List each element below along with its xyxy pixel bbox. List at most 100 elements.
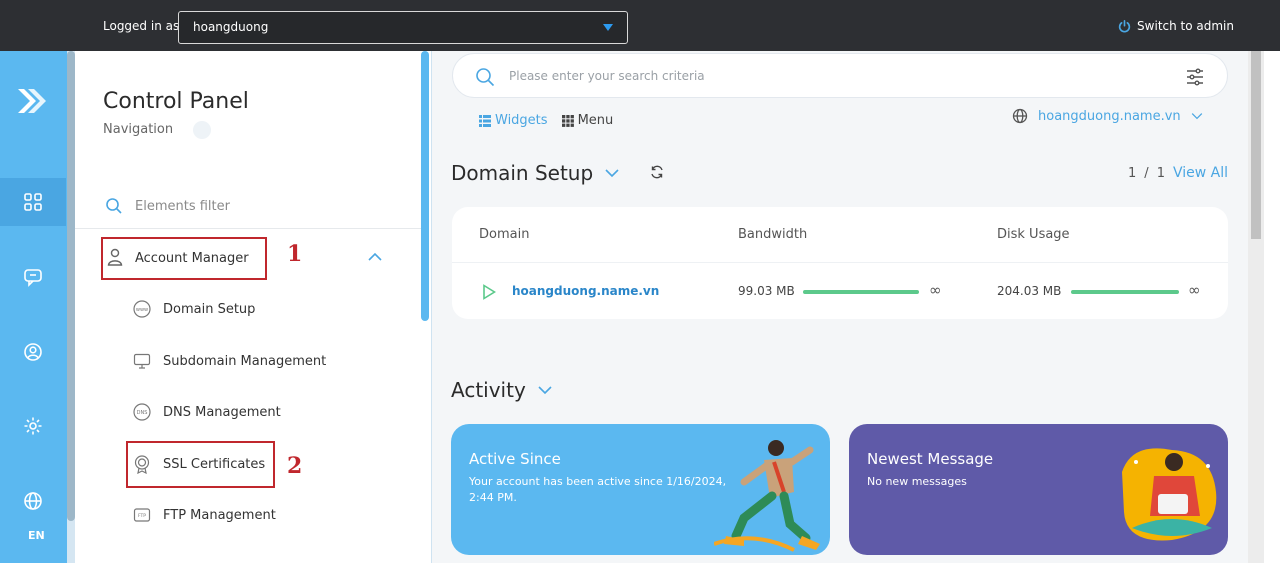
pin-icon[interactable]: [193, 121, 211, 139]
panel-title: Control Panel: [103, 89, 249, 114]
person-with-laptop-illustration: [1122, 448, 1217, 541]
chevron-down-icon: [538, 386, 552, 395]
view-all-link[interactable]: View All: [1173, 165, 1228, 181]
page-separator: /: [1144, 165, 1149, 181]
disk-usage-value: 204.03 MB: [997, 284, 1062, 298]
domain-link[interactable]: hoangduong.name.vn: [512, 284, 659, 298]
tab-menu[interactable]: Menu: [561, 113, 614, 128]
disk-usage-limit: ∞: [1188, 281, 1201, 299]
main-content: Please enter your search criteria Widget…: [432, 51, 1248, 563]
top-bar: Logged in as hoangduong Switch to admin: [0, 0, 1280, 51]
svg-text:DNS: DNS: [137, 410, 148, 416]
user-circle-icon: [24, 343, 42, 361]
divider: [75, 228, 421, 229]
annotation-number-2: 2: [287, 453, 303, 479]
column-header-bandwidth: Bandwidth: [738, 227, 808, 242]
search-icon: [476, 68, 495, 87]
column-header-disk-usage: Disk Usage: [997, 227, 1070, 242]
ftp-icon: FTP: [133, 508, 151, 522]
play-icon[interactable]: [482, 284, 496, 300]
running-person-illustration: [714, 440, 820, 552]
language-label[interactable]: EN: [28, 529, 45, 542]
account-manager-item[interactable]: Account Manager: [135, 251, 249, 266]
chevron-down-icon: [605, 169, 619, 178]
chevron-down-icon: [1191, 113, 1202, 120]
tab-widgets-label: Widgets: [495, 113, 548, 128]
rail-scrollbar-thumb[interactable]: [67, 51, 75, 521]
dns-icon: DNS: [133, 403, 151, 421]
svg-text:FTP: FTP: [138, 513, 146, 519]
search-icon: [106, 198, 122, 214]
panel-subtitle: Navigation: [103, 122, 174, 137]
rail-apps[interactable]: [0, 178, 66, 226]
newest-message-card: Newest Message No new messages: [849, 424, 1228, 555]
chat-icon: [24, 269, 42, 287]
newest-message-title: Newest Message: [867, 450, 994, 468]
column-header-domain: Domain: [479, 227, 530, 242]
gear-icon: [24, 417, 42, 435]
user-select-value: hoangduong: [193, 20, 269, 34]
switch-to-admin-button[interactable]: Switch to admin: [1118, 19, 1234, 33]
elements-filter-input[interactable]: Elements filter: [135, 199, 230, 214]
logo-icon: [18, 89, 46, 113]
globe-icon: [24, 492, 42, 510]
table-row-divider: [452, 262, 1228, 263]
nav-item-ftp-management[interactable]: FTP FTP Management: [132, 505, 276, 525]
rail-account[interactable]: [0, 328, 66, 376]
active-since-text: Your account has been active since 1/16/…: [469, 475, 727, 504]
newest-message-text: No new messages: [867, 475, 967, 488]
refresh-icon[interactable]: [650, 165, 664, 179]
chevron-up-icon[interactable]: [368, 252, 382, 262]
disk-usage-progress-bar: [1071, 290, 1179, 294]
active-since-title: Active Since: [469, 450, 561, 468]
window-edge: [1264, 51, 1280, 563]
nav-item-domain-setup[interactable]: www Domain Setup: [132, 299, 255, 319]
nav-item-label: Domain Setup: [163, 301, 256, 317]
filter-settings-icon[interactable]: [1185, 67, 1205, 87]
active-since-card: Active Since Your account has been activ…: [451, 424, 830, 555]
nav-scrollbar-thumb[interactable]: [421, 51, 429, 321]
rail-chat[interactable]: [0, 253, 66, 301]
domain-selector-value: hoangduong.name.vn: [1038, 108, 1181, 124]
grid-icon: [561, 114, 574, 127]
left-rail: EN: [0, 51, 75, 563]
power-icon: [1118, 19, 1131, 32]
bandwidth-value: 99.03 MB: [738, 284, 795, 298]
search-bar[interactable]: Please enter your search criteria: [452, 53, 1228, 98]
logged-in-label: Logged in as: [103, 19, 180, 33]
monitor-icon: [133, 353, 151, 369]
tab-widgets[interactable]: Widgets: [479, 113, 548, 128]
domain-setup-card: Domain Bandwidth Disk Usage hoangduong.n…: [452, 207, 1228, 319]
domain-setup-header[interactable]: Domain Setup: [451, 161, 619, 185]
page-current: 1: [1128, 165, 1137, 181]
view-tabs: Widgets Menu: [479, 113, 613, 128]
caret-down-icon: [603, 24, 613, 31]
navigation-panel: Control Panel Navigation Elements filter…: [75, 51, 432, 563]
nav-item-label: DNS Management: [163, 404, 281, 420]
search-input[interactable]: Please enter your search criteria: [509, 69, 705, 83]
nav-item-label: Subdomain Management: [163, 353, 327, 369]
pagination: 1 / 1 View All: [1128, 165, 1228, 181]
nav-item-dns-management[interactable]: DNS DNS Management: [132, 402, 281, 422]
main-scrollbar[interactable]: [1248, 51, 1264, 563]
domain-selector[interactable]: hoangduong.name.vn: [1012, 108, 1203, 124]
nav-item-subdomain-management[interactable]: Subdomain Management: [132, 351, 326, 371]
tab-menu-label: Menu: [577, 113, 614, 128]
activity-title: Activity: [451, 378, 526, 402]
rail-settings[interactable]: [0, 402, 66, 450]
bandwidth-limit: ∞: [929, 281, 942, 299]
rail-language[interactable]: [0, 477, 66, 525]
user-select[interactable]: hoangduong: [178, 11, 628, 44]
domain-setup-title: Domain Setup: [451, 161, 594, 185]
certificate-icon: [134, 455, 150, 474]
globe-icon: [1012, 108, 1028, 124]
list-icon: [479, 114, 491, 127]
switch-to-admin-label: Switch to admin: [1137, 19, 1234, 33]
annotation-number-1: 1: [287, 241, 303, 267]
main-scrollbar-thumb[interactable]: [1251, 51, 1261, 239]
activity-header[interactable]: Activity: [451, 378, 552, 402]
nav-item-ssl-certificates[interactable]: SSL Certificates: [132, 454, 265, 474]
nav-item-label: SSL Certificates: [163, 456, 266, 472]
apps-icon: [24, 193, 42, 211]
nav-item-label: FTP Management: [163, 507, 276, 523]
